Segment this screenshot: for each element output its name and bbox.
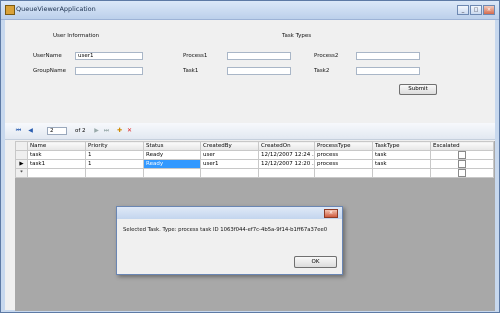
- column-header-processtype[interactable]: ProcessType: [314, 141, 373, 151]
- column-header-escalated[interactable]: Escalated: [430, 141, 494, 151]
- cell-name[interactable]: task: [27, 150, 86, 160]
- position-field[interactable]: 2: [47, 127, 67, 135]
- cell-processtype[interactable]: process: [314, 150, 373, 160]
- escalated-checkbox[interactable]: [458, 160, 466, 168]
- cell-createdby[interactable]: user: [200, 150, 259, 160]
- application-window: QueueViewerApplication _ □ × User Inform…: [0, 0, 500, 313]
- row-indicator[interactable]: ▶: [15, 159, 28, 169]
- process2-label: Process2: [314, 53, 339, 59]
- cell-tasktype[interactable]: task: [372, 159, 431, 169]
- cell-createdby[interactable]: [200, 168, 259, 178]
- escalated-checkbox[interactable]: [458, 151, 466, 159]
- cell-status-selected[interactable]: Ready: [143, 159, 201, 169]
- cell-escalated[interactable]: [430, 159, 494, 169]
- cell-escalated[interactable]: [430, 168, 494, 178]
- cell-createdon[interactable]: 12/12/2007 12:20 ...: [258, 159, 315, 169]
- cell-escalated[interactable]: [430, 150, 494, 160]
- title-bar: QueueViewerApplication _ □ ×: [1, 1, 499, 20]
- ok-button[interactable]: OK: [294, 256, 337, 268]
- task-types-heading: Task Types: [282, 33, 312, 39]
- process1-label: Process1: [183, 53, 208, 59]
- user-information-heading: User Information: [53, 33, 100, 39]
- task2-field[interactable]: [356, 67, 420, 75]
- process1-field[interactable]: [227, 52, 291, 60]
- grid-header-row: Name Priority Status CreatedBy CreatedOn…: [15, 141, 494, 151]
- cell-status[interactable]: Ready: [143, 150, 201, 160]
- delete-icon[interactable]: ✕: [126, 127, 133, 134]
- cell-createdby[interactable]: user1: [200, 159, 259, 169]
- message-dialog: × Selected Task. Type: process task ID 1…: [116, 206, 343, 275]
- groupname-field[interactable]: [75, 67, 143, 75]
- close-button[interactable]: ×: [483, 5, 495, 15]
- cell-name[interactable]: [27, 168, 86, 178]
- row-indicator[interactable]: *: [15, 168, 28, 178]
- table-row-new[interactable]: *: [15, 168, 494, 178]
- row-header-corner: [15, 141, 28, 151]
- column-header-status[interactable]: Status: [143, 141, 201, 151]
- move-previous-icon[interactable]: ◀: [27, 127, 34, 134]
- dialog-close-icon[interactable]: ×: [324, 209, 338, 218]
- row-indicator[interactable]: [15, 150, 28, 160]
- task1-field[interactable]: [227, 67, 291, 75]
- column-header-name[interactable]: Name: [27, 141, 86, 151]
- cell-tasktype[interactable]: task: [372, 150, 431, 160]
- minimize-button[interactable]: _: [457, 5, 469, 15]
- cell-priority[interactable]: 1: [85, 159, 144, 169]
- cell-name[interactable]: task1: [27, 159, 86, 169]
- cell-createdon[interactable]: 12/12/2007 12:24 ...: [258, 150, 315, 160]
- column-header-createdon[interactable]: CreatedOn: [258, 141, 315, 151]
- cell-createdon[interactable]: [258, 168, 315, 178]
- move-last-icon[interactable]: ⏭: [103, 127, 110, 134]
- column-header-priority[interactable]: Priority: [85, 141, 144, 151]
- username-label: UserName: [33, 53, 62, 59]
- cell-tasktype[interactable]: [372, 168, 431, 178]
- column-header-tasktype[interactable]: TaskType: [372, 141, 431, 151]
- table-row[interactable]: ▶ task1 1 Ready user1 12/12/2007 12:20 .…: [15, 159, 494, 169]
- move-first-icon[interactable]: ⏮: [15, 127, 22, 134]
- record-count: of 2: [75, 128, 86, 134]
- maximize-button[interactable]: □: [470, 5, 482, 15]
- cell-processtype[interactable]: [314, 168, 373, 178]
- process2-field[interactable]: [356, 52, 420, 60]
- submit-button[interactable]: Submit: [399, 84, 437, 95]
- task1-label: Task1: [183, 68, 199, 74]
- cell-priority[interactable]: [85, 168, 144, 178]
- escalated-checkbox[interactable]: [458, 169, 466, 177]
- cell-processtype[interactable]: process: [314, 159, 373, 169]
- cell-status[interactable]: [143, 168, 201, 178]
- add-new-icon[interactable]: ✚: [116, 127, 123, 134]
- groupname-label: GroupName: [33, 68, 66, 74]
- table-row[interactable]: task 1 Ready user 12/12/2007 12:24 ... p…: [15, 150, 494, 160]
- dialog-title-bar: ×: [117, 207, 342, 219]
- task2-label: Task2: [314, 68, 330, 74]
- tasks-grid: Name Priority Status CreatedBy CreatedOn…: [15, 141, 494, 178]
- dialog-message: Selected Task. Type: process task ID 106…: [123, 227, 328, 233]
- window-title: QueueViewerApplication: [16, 5, 96, 13]
- binding-navigator: ⏮ ◀ 2 of 2 ▶ ⏭ ✚ ✕: [5, 123, 495, 140]
- cell-priority[interactable]: 1: [85, 150, 144, 160]
- username-field[interactable]: user1: [75, 52, 143, 60]
- column-header-createdby[interactable]: CreatedBy: [200, 141, 259, 151]
- application-icon: [5, 5, 15, 15]
- move-next-icon[interactable]: ▶: [93, 127, 100, 134]
